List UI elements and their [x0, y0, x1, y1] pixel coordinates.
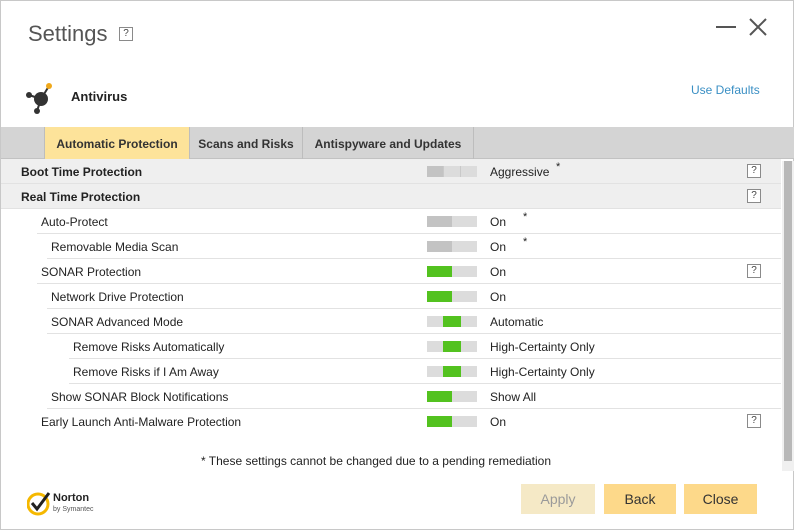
setting-value: Aggressive: [490, 165, 550, 179]
help-icon[interactable]: ?: [747, 164, 761, 178]
remove-risks-away-slider[interactable]: [427, 366, 477, 377]
settings-window: Settings ? Antivirus Use Defaults Automa…: [0, 0, 794, 530]
use-defaults-link[interactable]: Use Defaults: [691, 83, 760, 97]
network-drive-toggle[interactable]: [427, 291, 477, 302]
locked-star: *: [556, 161, 561, 173]
setting-value: On: [490, 290, 507, 304]
help-icon[interactable]: ?: [747, 414, 761, 428]
footnote: * These settings cannot be changed due t…: [201, 454, 552, 468]
apply-button[interactable]: Apply: [521, 484, 595, 514]
setting-value: On: [490, 240, 507, 254]
setting-label: SONAR Protection: [41, 265, 142, 279]
setting-value: Show All: [490, 390, 537, 404]
window-title: Settings: [28, 21, 108, 46]
setting-value: On: [490, 215, 507, 229]
list-item: Remove Risks Automatically High-Certaint…: [1, 334, 781, 359]
title-help-icon[interactable]: ?: [119, 27, 133, 41]
list-item: Removable Media Scan On *: [1, 234, 781, 259]
setting-label: Network Drive Protection: [51, 290, 184, 304]
tab-automatic-protection[interactable]: Automatic Protection: [44, 127, 190, 159]
section-title: Antivirus: [71, 89, 128, 104]
setting-label: Real Time Protection: [21, 190, 141, 204]
close-button[interactable]: Close: [684, 484, 757, 514]
list-item: Remove Risks if I Am Away High-Certainty…: [1, 359, 781, 384]
brand-subtitle: by Symantec: [53, 506, 94, 513]
list-item: Network Drive Protection On: [1, 284, 781, 309]
setting-label: SONAR Advanced Mode: [51, 315, 184, 329]
setting-value: Automatic: [490, 315, 544, 329]
setting-label: Auto-Protect: [41, 215, 108, 229]
help-icon[interactable]: ?: [747, 189, 761, 203]
locked-star: *: [523, 236, 528, 248]
remove-risks-auto-slider[interactable]: [427, 341, 477, 352]
setting-value: High-Certainty Only: [490, 365, 595, 379]
back-button[interactable]: Back: [604, 484, 676, 514]
list-item: SONAR Protection On ?: [1, 259, 781, 284]
setting-label: Remove Risks if I Am Away: [73, 365, 219, 379]
close-icon[interactable]: [746, 15, 770, 39]
removable-media-toggle[interactable]: [427, 241, 477, 252]
setting-label: Remove Risks Automatically: [73, 340, 225, 354]
setting-value: High-Certainty Only: [490, 340, 595, 354]
list-item: Show SONAR Block Notifications Show All: [1, 384, 781, 409]
list-item: Auto-Protect On *: [1, 209, 781, 234]
tab-antispyware-and-updates[interactable]: Antispyware and Updates: [303, 127, 474, 159]
brand-name: Norton: [53, 492, 90, 504]
sonar-protection-toggle[interactable]: [427, 266, 477, 277]
setting-label: Boot Time Protection: [21, 165, 143, 179]
setting-label: Early Launch Anti-Malware Protection: [41, 415, 242, 429]
setting-value: On: [490, 265, 507, 279]
vertical-scrollbar[interactable]: [782, 161, 794, 471]
boot-time-slider[interactable]: [427, 166, 477, 177]
list-item: SONAR Advanced Mode Automatic: [1, 309, 781, 334]
tab-scans-and-risks[interactable]: Scans and Risks: [190, 127, 303, 159]
elam-toggle[interactable]: [427, 416, 477, 427]
setting-label: Removable Media Scan: [51, 240, 179, 254]
antivirus-icon: [26, 83, 52, 114]
minimize-icon[interactable]: [714, 15, 738, 39]
sonar-advanced-slider[interactable]: [427, 316, 477, 327]
list-item: Real Time Protection ?: [1, 184, 781, 209]
tab-bar: Automatic Protection Scans and Risks Ant…: [1, 127, 794, 159]
setting-value: On: [490, 415, 507, 429]
list-item: Early Launch Anti-Malware Protection On …: [1, 409, 781, 434]
scrollbar-thumb[interactable]: [784, 161, 792, 461]
locked-star: *: [523, 211, 528, 223]
settings-list: Boot Time Protection Aggressive * ? Real…: [1, 159, 781, 471]
list-item: Boot Time Protection Aggressive * ?: [1, 159, 781, 184]
help-icon[interactable]: ?: [747, 264, 761, 278]
auto-protect-toggle[interactable]: [427, 216, 477, 227]
sonar-notifications-toggle[interactable]: [427, 391, 477, 402]
setting-label: Show SONAR Block Notifications: [51, 390, 229, 404]
